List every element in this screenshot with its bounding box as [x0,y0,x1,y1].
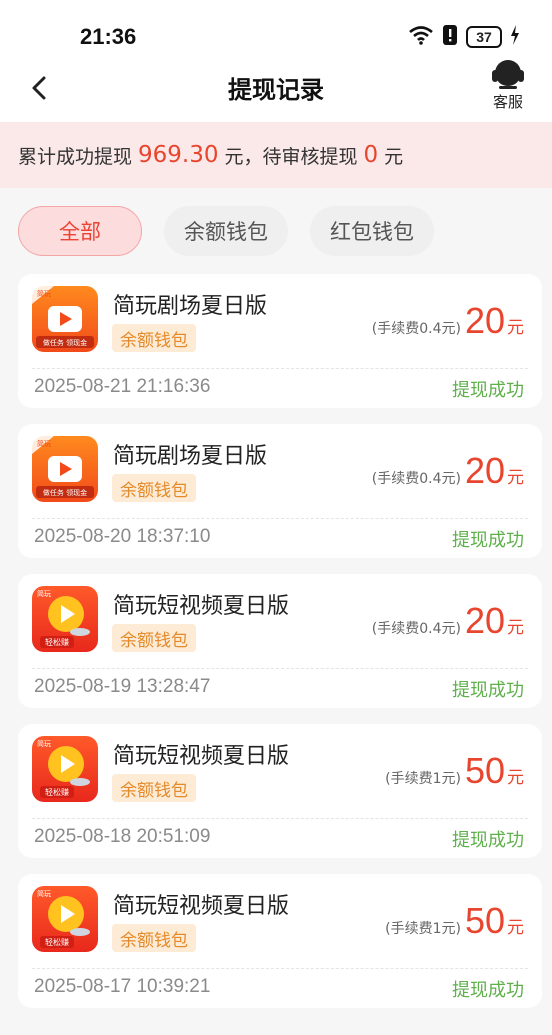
svg-text:简玩: 简玩 [37,439,51,448]
summary-unit-pending-label: 元，待审核提现 [224,145,358,168]
summary-pending-amount: 0 [363,142,379,168]
status-icons: 37 [408,24,520,50]
video-app-icon: 简玩 轻松赚 [32,586,98,652]
amount-group: (手续费1元) 50 元 [385,750,524,792]
wallet-badge: 余额钱包 [112,474,196,502]
withdraw-datetime: 2025-08-17 10:39:21 [34,976,211,997]
tab-all[interactable]: 全部 [18,206,142,256]
wallet-badge: 余额钱包 [112,324,196,352]
svg-text:简玩: 简玩 [37,739,51,748]
withdraw-summary: 累计成功提现 969.30 元，待审核提现 0 元 [0,122,552,188]
withdraw-amount: 50 [464,750,505,791]
amount-group: (手续费1元) 50 元 [385,900,524,942]
fee-text: (手续费1元) [385,921,461,937]
alert-icon [442,24,458,50]
record-card[interactable]: 简玩 做任务 领现金 简玩剧场夏日版 余额钱包 (手续费0.4元) 20 元 2… [18,424,542,558]
divider [32,518,528,519]
svg-text:做任务 领现金: 做任务 领现金 [43,338,87,347]
wifi-icon [408,25,434,49]
amount-unit: 元 [507,918,524,938]
withdraw-amount: 20 [464,600,505,641]
withdraw-datetime: 2025-08-18 20:51:09 [34,826,211,847]
tab-redpacket-wallet[interactable]: 红包钱包 [310,206,434,256]
withdraw-amount: 50 [464,900,505,941]
svg-text:简玩: 简玩 [37,889,51,898]
svg-text:轻松赚: 轻松赚 [45,937,69,947]
status-time: 21:36 [80,24,137,49]
withdraw-records-list: 简玩 做任务 领现金 简玩剧场夏日版 余额钱包 (手续费0.4元) 20 元 2… [18,274,542,1024]
svg-text:轻松赚: 轻松赚 [45,637,69,647]
withdraw-status: 提现成功 [452,530,524,551]
summary-prefix: 累计成功提现 [18,145,133,168]
withdraw-datetime: 2025-08-21 21:16:36 [34,376,211,397]
amount-unit: 元 [507,768,524,788]
filter-tabs: 全部 余额钱包 红包钱包 [18,206,434,256]
header: 提现记录 客服 [0,56,552,122]
video-app-icon: 简玩 轻松赚 [32,736,98,802]
app-name: 简玩短视频夏日版 [113,594,290,619]
record-card[interactable]: 简玩 做任务 领现金 简玩剧场夏日版 余额钱包 (手续费0.4元) 20 元 2… [18,274,542,408]
tab-balance-wallet[interactable]: 余额钱包 [164,206,288,256]
divider [32,368,528,369]
customer-service-button[interactable]: 客服 [486,58,530,116]
app-name: 简玩短视频夏日版 [113,744,290,769]
svg-text:轻松赚: 轻松赚 [45,787,69,797]
customer-service-label: 客服 [492,93,523,111]
divider [32,668,528,669]
theater-app-icon: 简玩 做任务 领现金 [32,286,98,352]
amount-group: (手续费0.4元) 20 元 [372,300,524,342]
divider [32,968,528,969]
amount-unit: 元 [507,618,524,638]
svg-text:简玩: 简玩 [37,589,51,598]
svg-text:简玩: 简玩 [37,289,51,298]
fee-text: (手续费0.4元) [371,471,461,487]
record-card[interactable]: 简玩 轻松赚 简玩短视频夏日版 余额钱包 (手续费1元) 50 元 2025-0… [18,724,542,858]
wallet-badge: 余额钱包 [112,774,196,802]
withdraw-amount: 20 [464,450,505,491]
wallet-badge: 余额钱包 [112,924,196,952]
fee-text: (手续费0.4元) [371,621,461,637]
record-card[interactable]: 简玩 轻松赚 简玩短视频夏日版 余额钱包 (手续费1元) 50 元 2025-0… [18,874,542,1008]
fee-text: (手续费0.4元) [371,321,461,337]
withdraw-status: 提现成功 [452,380,524,401]
video-app-icon: 简玩 轻松赚 [32,886,98,952]
app-name: 简玩短视频夏日版 [113,894,290,919]
page-title: 提现记录 [228,76,324,104]
withdraw-datetime: 2025-08-19 13:28:47 [34,676,211,697]
amount-unit: 元 [507,468,524,488]
wallet-badge: 余额钱包 [112,624,196,652]
withdraw-status: 提现成功 [452,680,524,701]
theater-app-icon: 简玩 做任务 领现金 [32,436,98,502]
withdraw-amount: 20 [464,300,505,341]
withdraw-datetime: 2025-08-20 18:37:10 [34,526,211,547]
battery-icon: 37 [466,26,502,48]
amount-unit: 元 [507,318,524,338]
summary-total-amount: 969.30 [138,142,219,168]
withdraw-status: 提现成功 [452,980,524,1001]
app-name: 简玩剧场夏日版 [113,444,268,469]
amount-group: (手续费0.4元) 20 元 [372,600,524,642]
fee-text: (手续费1元) [385,771,461,787]
charging-icon [510,25,520,49]
headset-icon [492,60,524,89]
app-name: 简玩剧场夏日版 [113,294,268,319]
svg-text:做任务 领现金: 做任务 领现金 [43,488,87,497]
record-card[interactable]: 简玩 轻松赚 简玩短视频夏日版 余额钱包 (手续费0.4元) 20 元 2025… [18,574,542,708]
withdraw-status: 提现成功 [452,830,524,851]
summary-unit: 元 [384,145,404,168]
amount-group: (手续费0.4元) 20 元 [372,450,524,492]
divider [32,818,528,819]
